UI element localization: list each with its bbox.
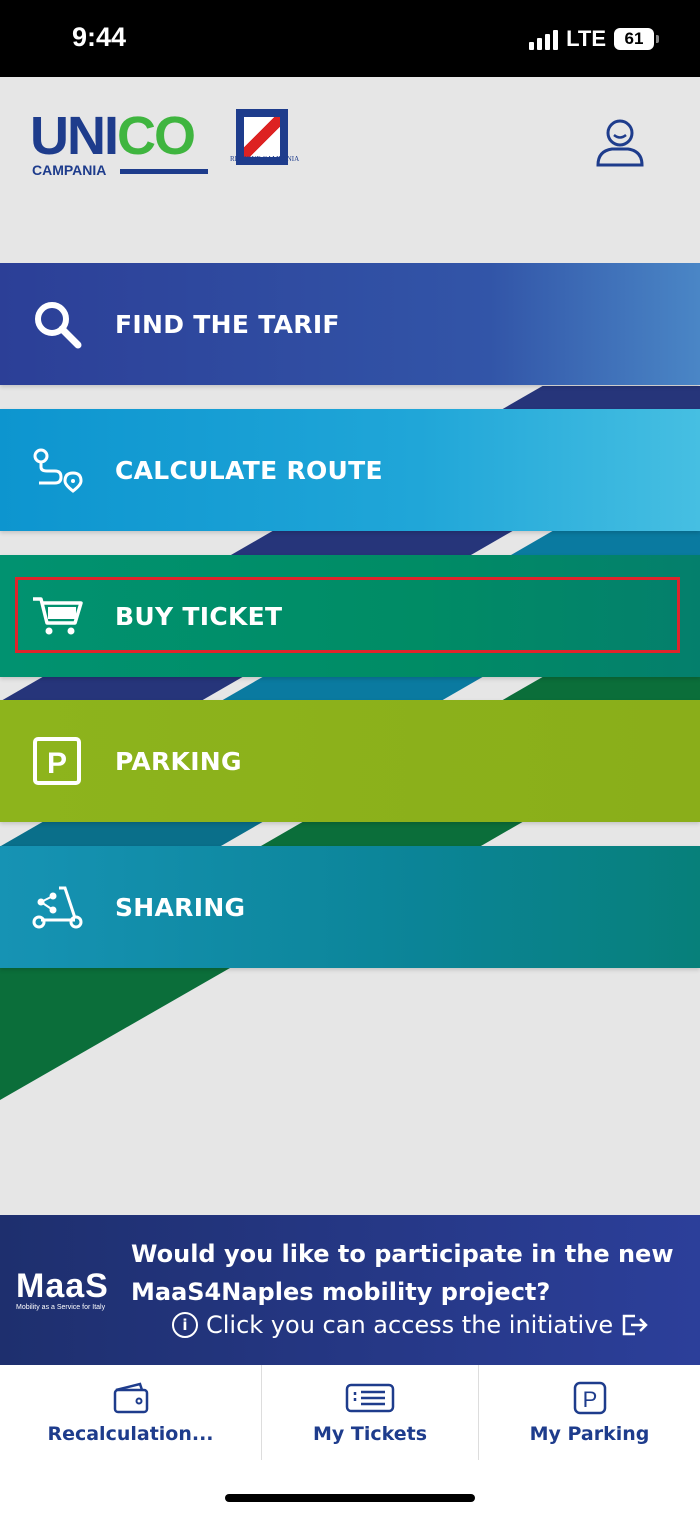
network-label: LTE xyxy=(566,26,606,51)
menu-find-tarif[interactable]: FIND THE TARIF xyxy=(0,263,700,385)
menu-buy-ticket[interactable]: BUY TICKET xyxy=(0,555,700,677)
banner-link[interactable]: i Click you can access the initiative xyxy=(172,1311,649,1339)
logo-uni: UNI xyxy=(30,106,119,166)
decor-stripe xyxy=(0,822,263,848)
scooter-icon xyxy=(30,880,84,934)
banner-link-text: Click you can access the initiative xyxy=(206,1311,614,1339)
wallet-icon xyxy=(112,1381,150,1415)
search-icon xyxy=(30,297,84,351)
menu-label: PARKING xyxy=(115,746,242,776)
banner-title: Would you like to participate in the new… xyxy=(131,1240,674,1306)
svg-text:P: P xyxy=(582,1387,597,1412)
route-icon xyxy=(30,443,84,497)
battery-icon: 61 xyxy=(614,28,659,50)
tickets-icon xyxy=(345,1381,395,1415)
menu-calculate-route[interactable]: CALCULATE ROUTE xyxy=(0,409,700,531)
parking-icon: P xyxy=(573,1381,607,1415)
logo-co: CO xyxy=(117,106,196,166)
svg-text:P: P xyxy=(47,747,67,780)
menu-label: FIND THE TARIF xyxy=(115,309,340,339)
menu-parking[interactable]: P PARKING xyxy=(0,700,700,822)
status-indicators: LTE 61 xyxy=(529,26,659,52)
logo-campania: CAMPANIA xyxy=(32,162,107,178)
tab-my-tickets[interactable]: My Tickets xyxy=(262,1365,478,1460)
tab-label: My Parking xyxy=(529,1423,650,1445)
signal-icon xyxy=(529,28,559,50)
parking-icon: P xyxy=(30,734,84,788)
maas-logo-tagline: Mobility as a Service for Italy xyxy=(16,1304,106,1311)
home-indicator[interactable] xyxy=(225,1494,475,1502)
status-time: 9:44 xyxy=(72,22,127,52)
maas-logo-text: MaaS xyxy=(16,1267,109,1305)
decor-stripe xyxy=(227,531,513,557)
decor-stripe xyxy=(507,531,700,557)
menu-label: SHARING xyxy=(115,892,246,922)
app-header: UNICO CAMPANIA REGIONE CAMPANIA xyxy=(0,77,700,263)
decor-green-wedge xyxy=(0,968,230,1100)
tab-label: Recalculation... xyxy=(47,1423,214,1445)
logo-underline xyxy=(120,169,208,174)
selection-highlight xyxy=(15,577,680,653)
menu-sharing[interactable]: SHARING xyxy=(0,846,700,968)
bottom-tab-bar: Recalculation... My Tickets P My Parking xyxy=(0,1365,700,1514)
profile-icon[interactable] xyxy=(594,117,646,169)
tab-recalculation[interactable]: Recalculation... xyxy=(0,1365,261,1460)
maas-banner[interactable]: MaaS Mobility as a Service for Italy Wou… xyxy=(0,1215,700,1365)
status-bar: 9:44 LTE 61 xyxy=(0,0,700,77)
tab-label: My Tickets xyxy=(312,1423,428,1445)
unico-logo[interactable]: UNICO CAMPANIA xyxy=(30,105,208,178)
info-icon: i xyxy=(172,1312,198,1338)
crest-label: REGIONE CAMPANIA xyxy=(230,155,300,163)
menu-label: CALCULATE ROUTE xyxy=(115,455,383,485)
tab-my-parking[interactable]: P My Parking xyxy=(479,1365,700,1460)
exit-icon xyxy=(622,1314,648,1336)
maas-logo: MaaS Mobility as a Service for Italy xyxy=(16,1267,109,1311)
main-menu: FIND THE TARIF CALCULATE ROUTE BUY TICKE… xyxy=(0,263,700,1215)
decor-stripe xyxy=(257,822,523,848)
